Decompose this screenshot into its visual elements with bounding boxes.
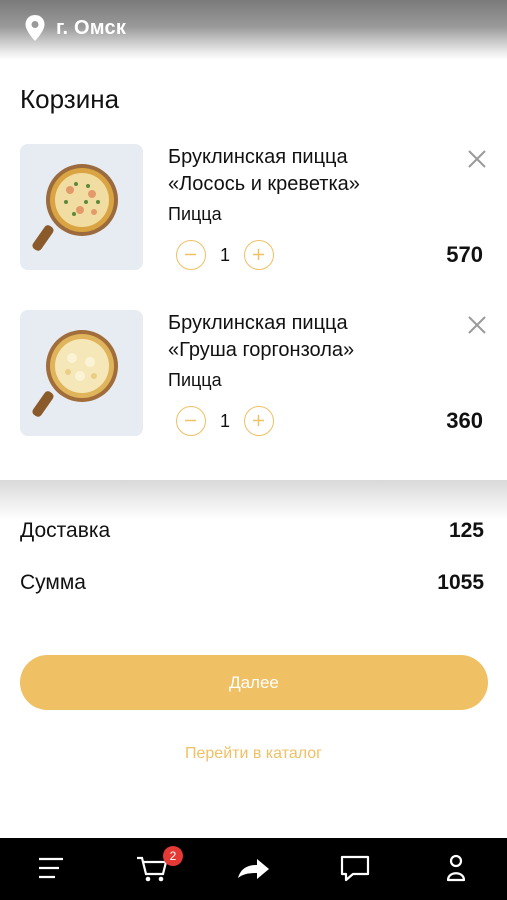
header-bar: г. Омск (0, 0, 507, 60)
product-category: Пицца (168, 370, 222, 390)
remove-item-button[interactable] (466, 148, 488, 170)
profile-icon (446, 854, 466, 882)
tab-menu[interactable] (22, 838, 82, 900)
menu-icon (39, 857, 63, 879)
product-image (20, 310, 143, 436)
decrease-quantity-button[interactable] (176, 406, 206, 436)
tab-share[interactable] (224, 838, 284, 900)
close-icon (468, 150, 486, 168)
total-label: Сумма (20, 571, 86, 594)
cart-item: Бруклинская пицца «Груша горгонзола» Пиц… (0, 310, 507, 440)
plus-icon (253, 249, 264, 260)
close-icon (468, 316, 486, 334)
item-price: 570 (446, 242, 483, 267)
increase-quantity-button[interactable] (244, 406, 274, 436)
cart-item: Бруклинская пицца «Лосось и креветка» Пи… (0, 144, 507, 274)
product-category: Пицца (168, 204, 222, 224)
city-selector[interactable]: г. Омск (56, 17, 126, 40)
product-image (20, 144, 143, 270)
next-button[interactable]: Далее (20, 655, 488, 710)
increase-quantity-button[interactable] (244, 240, 274, 270)
decrease-quantity-button[interactable] (176, 240, 206, 270)
section-divider (0, 480, 507, 520)
tab-chat[interactable] (325, 838, 385, 900)
share-icon (238, 859, 269, 879)
delivery-value: 125 (448, 519, 484, 542)
total-value: 1055 (437, 571, 484, 594)
delivery-row: Доставка 125 (20, 519, 484, 543)
product-name: Бруклинская пицца «Груша горгонзола» (168, 310, 428, 364)
tab-profile[interactable] (426, 838, 486, 900)
cart-count-badge: 2 (163, 846, 183, 866)
product-name-line: «Груша горгонзола» (168, 339, 355, 361)
product-name: Бруклинская пицца «Лосось и креветка» (168, 144, 428, 198)
catalog-link[interactable]: Перейти в каталог (0, 745, 507, 763)
delivery-label: Доставка (20, 519, 111, 542)
quantity-value: 1 (219, 245, 230, 265)
minus-icon (185, 419, 196, 422)
chat-icon (340, 855, 370, 882)
map-pin-icon (25, 15, 45, 41)
minus-icon (185, 253, 196, 256)
page-title: Корзина (20, 84, 120, 114)
product-name-line: Бруклинская пицца (168, 312, 348, 334)
remove-item-button[interactable] (466, 314, 488, 336)
product-name-line: «Лосось и креветка» (168, 173, 360, 195)
plus-icon (253, 415, 264, 426)
product-name-line: Бруклинская пицца (168, 146, 348, 168)
item-price: 360 (446, 408, 483, 433)
bottom-tab-bar (0, 838, 507, 900)
quantity-value: 1 (219, 411, 230, 431)
total-row: Сумма 1055 (20, 571, 484, 595)
